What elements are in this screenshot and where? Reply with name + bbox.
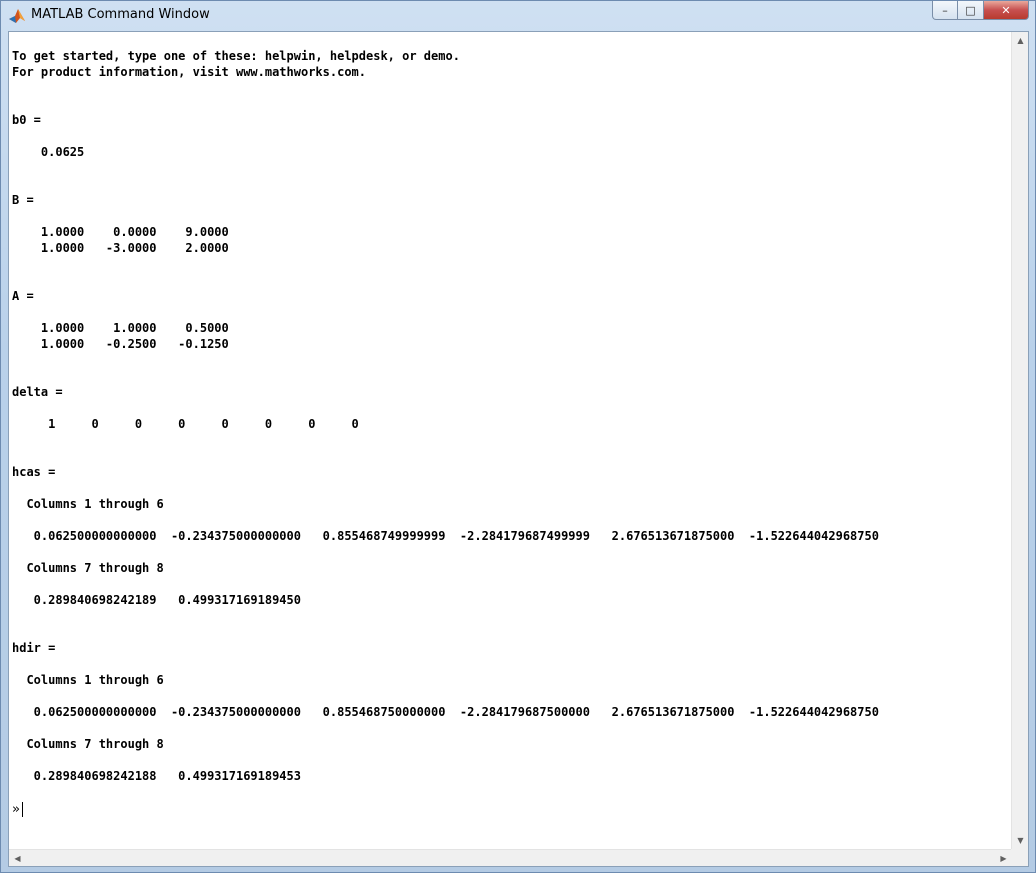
prompt-symbol: » <box>12 801 20 817</box>
vertical-scrollbar[interactable]: ▲ ▼ <box>1011 32 1028 849</box>
scroll-up-icon[interactable]: ▲ <box>1012 32 1029 49</box>
close-icon: ✕ <box>1001 3 1011 17</box>
window-controls: – □ ✕ <box>932 1 1029 21</box>
console-output: To get started, type one of these: helpw… <box>12 49 879 783</box>
close-button[interactable]: ✕ <box>984 1 1029 20</box>
minimize-icon: – <box>942 3 948 17</box>
console-output-area[interactable]: To get started, type one of these: helpw… <box>9 32 1012 849</box>
window-title: MATLAB Command Window <box>31 7 210 22</box>
matlab-command-window: MATLAB Command Window – □ ✕ To get start… <box>0 0 1036 873</box>
scroll-right-icon[interactable]: ▶ <box>995 850 1012 867</box>
command-window-client: To get started, type one of these: helpw… <box>8 31 1029 867</box>
scroll-left-icon[interactable]: ◀ <box>9 850 26 867</box>
text-caret <box>21 801 23 817</box>
maximize-button[interactable]: □ <box>958 1 984 20</box>
title-bar[interactable]: MATLAB Command Window – □ ✕ <box>1 1 1035 31</box>
horizontal-scrollbar[interactable]: ◀ ▶ <box>9 849 1012 866</box>
matlab-icon <box>8 7 26 25</box>
maximize-icon: □ <box>965 3 976 17</box>
minimize-button[interactable]: – <box>932 1 958 20</box>
scroll-down-icon[interactable]: ▼ <box>1012 832 1029 849</box>
scrollbar-corner <box>1011 849 1028 866</box>
command-prompt[interactable]: » <box>12 800 23 818</box>
